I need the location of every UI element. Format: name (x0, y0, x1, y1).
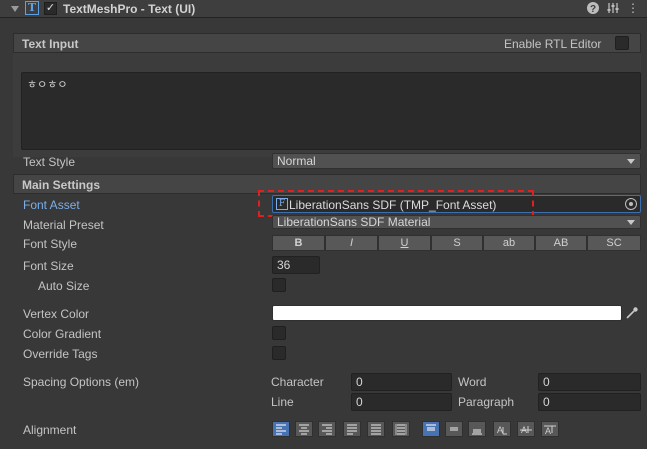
component-header: T ✓ TextMeshPro - Text (UI) ? ⋮ (0, 0, 647, 18)
text-input-area[interactable]: ㅎㅇㅎㅇ (21, 72, 641, 150)
font-style-label: Font Style (23, 237, 78, 251)
align-capline-button[interactable]: A (541, 421, 559, 437)
font-asset-label: Font Asset (23, 198, 80, 212)
auto-size-checkbox[interactable] (272, 278, 286, 292)
dropdown-arrow-icon (627, 159, 635, 164)
text-style-label: Text Style (23, 155, 76, 169)
main-settings-title: Main Settings (22, 178, 101, 192)
material-preset-value: LiberationSans SDF Material (277, 215, 431, 229)
align-midline-button[interactable]: A (517, 421, 535, 437)
material-preset-dropdown[interactable]: LiberationSans SDF Material (272, 215, 641, 229)
rtl-editor-checkbox[interactable] (615, 36, 629, 50)
align-baseline-button[interactable]: A (493, 421, 511, 437)
word-spacing-field[interactable]: 0 (538, 373, 641, 391)
eyedropper-icon[interactable] (624, 305, 640, 321)
character-spacing-label: Character (271, 375, 324, 389)
svg-text:A: A (545, 426, 551, 435)
help-icon[interactable]: ? (586, 1, 600, 15)
override-tags-checkbox[interactable] (272, 346, 286, 360)
rtl-editor-label: Enable RTL Editor (504, 37, 602, 51)
highlight-annotation (258, 190, 534, 217)
material-preset-label: Material Preset (23, 218, 104, 232)
align-bottom-button[interactable] (468, 421, 486, 437)
component-enabled-checkbox[interactable]: ✓ (44, 2, 57, 15)
paragraph-spacing-field[interactable]: 0 (538, 393, 641, 411)
override-tags-label: Override Tags (23, 347, 98, 361)
line-spacing-label: Line (271, 395, 294, 409)
text-style-value: Normal (277, 154, 316, 168)
word-spacing-label: Word (458, 375, 487, 389)
text-input-section-header: Text Input Enable RTL Editor (13, 33, 641, 53)
align-middle-button[interactable] (445, 421, 463, 437)
align-center-button[interactable] (295, 421, 313, 437)
vertex-color-swatch[interactable] (272, 305, 622, 321)
align-left-button[interactable] (272, 421, 290, 437)
auto-size-label: Auto Size (38, 279, 90, 293)
font-style-strikethrough-button[interactable]: S (431, 235, 483, 251)
align-flush-button[interactable] (367, 421, 385, 437)
text-input-title: Text Input (22, 37, 79, 51)
font-style-underline-button[interactable]: U (378, 235, 431, 251)
checkmark-icon: ✓ (45, 2, 56, 14)
component-title: TextMeshPro - Text (UI) (63, 2, 196, 16)
font-size-label: Font Size (23, 259, 74, 273)
font-style-uppercase-button[interactable]: AB (535, 235, 587, 251)
align-right-button[interactable] (318, 421, 336, 437)
align-geometry-center-button[interactable] (392, 421, 410, 437)
object-picker-icon[interactable] (625, 198, 637, 210)
text-style-dropdown[interactable]: Normal (272, 153, 641, 169)
svg-text:?: ? (590, 4, 596, 15)
presets-icon[interactable] (606, 1, 620, 15)
foldout-arrow-icon[interactable] (11, 6, 19, 12)
dropdown-arrow-icon (627, 220, 635, 225)
font-style-lowercase-button[interactable]: ab (483, 235, 535, 251)
line-spacing-field[interactable]: 0 (351, 393, 452, 411)
paragraph-spacing-label: Paragraph (458, 395, 515, 409)
color-gradient-label: Color Gradient (23, 327, 102, 341)
character-spacing-field[interactable]: 0 (351, 373, 452, 391)
vertex-color-label: Vertex Color (23, 307, 90, 321)
align-top-button[interactable] (422, 421, 440, 437)
font-size-field[interactable]: 36 (272, 256, 320, 274)
color-gradient-checkbox[interactable] (272, 326, 286, 340)
kebab-menu-icon[interactable]: ⋮ (626, 1, 640, 15)
alignment-label: Alignment (23, 423, 77, 437)
textmeshpro-icon: T (25, 1, 39, 15)
font-style-bold-button[interactable]: B (272, 235, 325, 251)
align-justified-button[interactable] (343, 421, 361, 437)
font-style-smallcaps-button[interactable]: SC (587, 235, 641, 251)
svg-text:A: A (497, 425, 503, 435)
font-style-italic-button[interactable]: I (325, 235, 378, 251)
spacing-options-label: Spacing Options (em) (23, 375, 140, 389)
